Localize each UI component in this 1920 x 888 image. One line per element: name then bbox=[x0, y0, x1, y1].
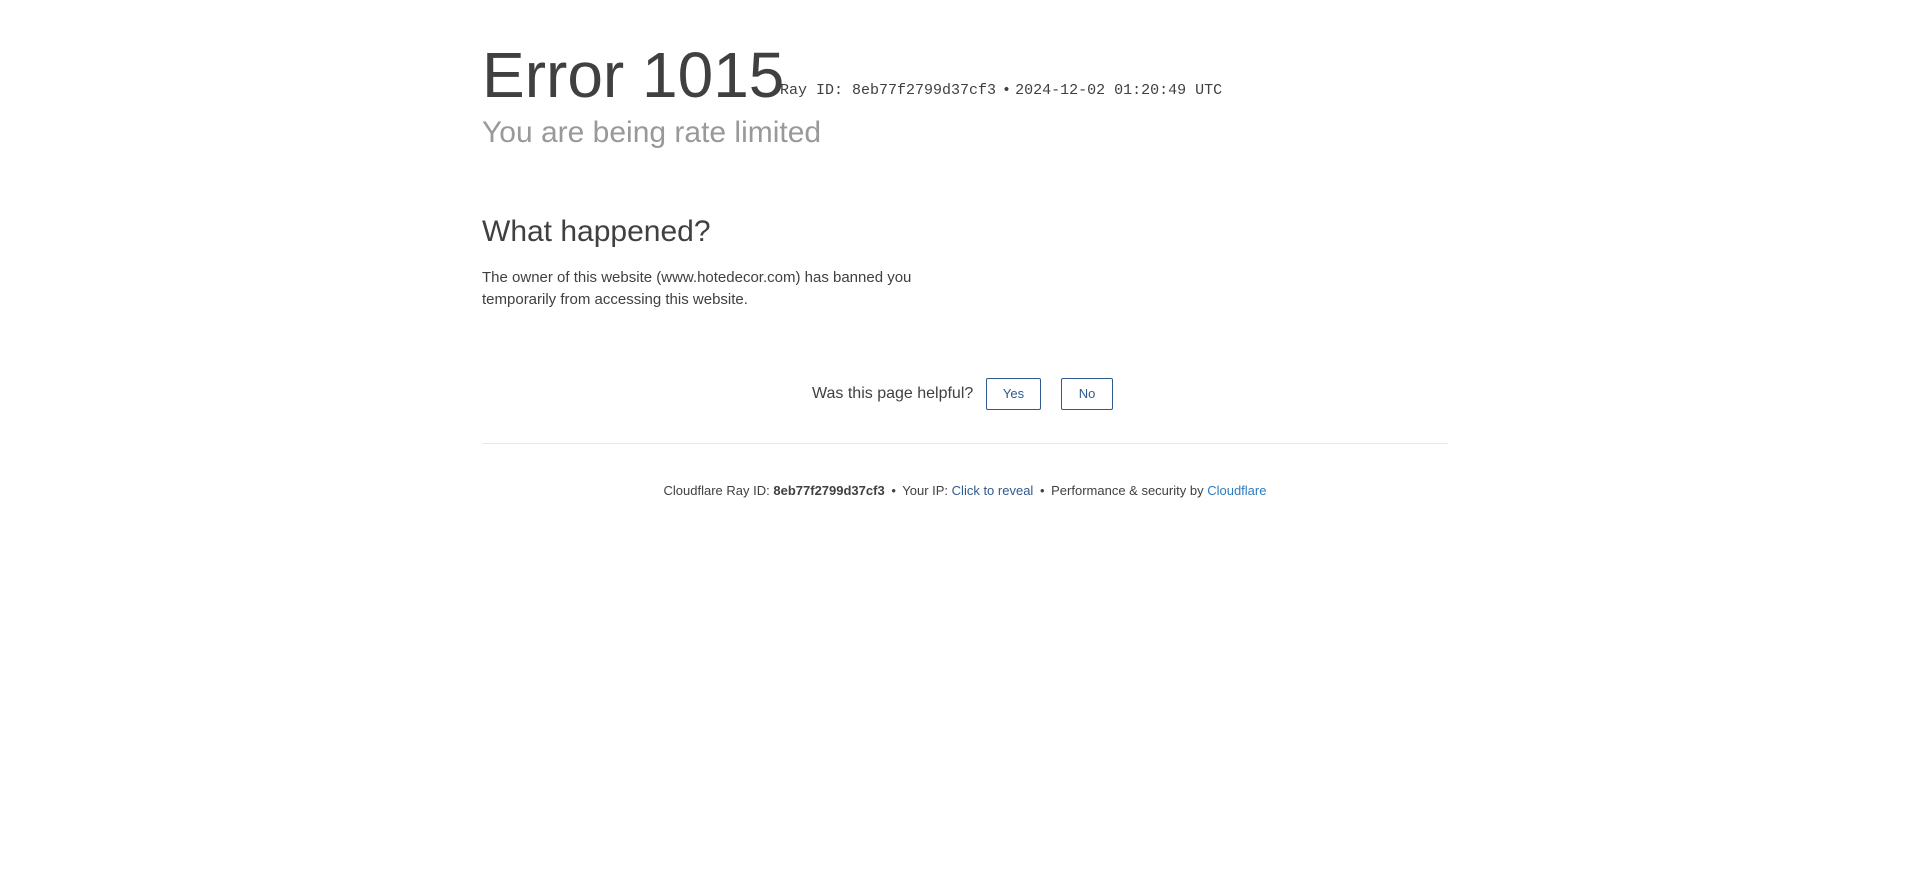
error-subtitle: You are being rate limited bbox=[482, 116, 822, 149]
cf-error-page: Error 1015 Ray ID: 8eb77f2799d37cf3 • 2024… bbox=[482, 0, 1448, 498]
feedback-question: Was this page helpful? bbox=[812, 385, 974, 402]
footer-ip-label: Your IP: bbox=[902, 483, 949, 498]
ray-id-line: Ray ID: 8eb77f2799d37cf3 • 2024-12-02 01:2… bbox=[780, 82, 1222, 100]
footer-bullet: • bbox=[891, 483, 896, 498]
error-code-title: Error 1015 bbox=[482, 39, 785, 111]
footer-divider bbox=[482, 443, 1448, 444]
feedback-no-button[interactable]: No bbox=[1061, 378, 1113, 410]
footer: Cloudflare Ray ID: 8eb77f2799d37cf3 • Yo… bbox=[482, 482, 1448, 500]
footer-perf-label: Performance & security by bbox=[1051, 483, 1204, 498]
footer-ray-label: Cloudflare Ray ID: bbox=[663, 483, 770, 498]
what-happened-title: What happened? bbox=[482, 215, 711, 248]
feedback-section: Was this page helpful? Yes No bbox=[482, 378, 1448, 412]
reveal-ip-button[interactable]: Click to reveal bbox=[952, 483, 1034, 498]
what-happened-body: The owner of this website (www.hotedecor… bbox=[482, 269, 912, 308]
ray-id-label: Ray ID: 8eb77f2799d37cf3 bbox=[780, 82, 997, 99]
timestamp: 2024-12-02 01:20:49 UTC bbox=[1015, 82, 1223, 99]
ray-separator: • bbox=[1002, 82, 1012, 99]
footer-bullet: • bbox=[1039, 483, 1045, 498]
error-header: Error 1015 Ray ID: 8eb77f2799d37cf3 • 2024… bbox=[482, 0, 1448, 160]
cloudflare-link[interactable]: Cloudflare bbox=[1207, 483, 1266, 498]
footer-ray-value: 8eb77f2799d37cf3 bbox=[773, 483, 885, 498]
feedback-yes-button[interactable]: Yes bbox=[986, 378, 1041, 410]
